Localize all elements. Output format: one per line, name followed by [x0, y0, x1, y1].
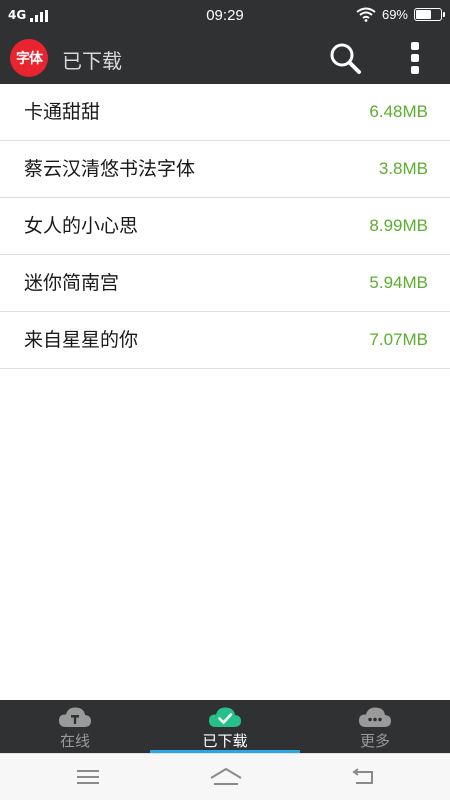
tab-online[interactable]: 在线 — [0, 700, 150, 753]
battery-fill — [416, 10, 431, 19]
font-file-size: 7.07MB — [369, 330, 428, 349]
status-bar: 4G 09:29 69% — [0, 0, 450, 32]
more-button[interactable] — [400, 40, 430, 76]
font-file-size: 5.94MB — [369, 273, 428, 292]
page-title: 已下载 — [62, 49, 122, 73]
tab-label: 在线 — [59, 732, 90, 750]
battery-percent: 69% — [381, 7, 408, 22]
status-right: 69% — [356, 7, 445, 22]
list-item[interactable]: 卡通甜甜 6.48MB — [0, 84, 450, 141]
cloud-more-icon — [359, 707, 391, 727]
font-file-size: 3.8MB — [378, 159, 428, 178]
downloaded-font-list: 卡通甜甜 6.48MB 蔡云汉清悠书法字体 3.8MB 女人的小心思 8.99M… — [0, 84, 450, 369]
tab-label: 已下载 — [202, 732, 248, 750]
more-vertical-icon — [411, 42, 419, 74]
font-name: 来自星星的你 — [24, 329, 139, 351]
back-button[interactable] — [348, 766, 378, 788]
list-item[interactable]: 蔡云汉清悠书法字体 3.8MB — [0, 141, 450, 198]
menu-button[interactable] — [73, 766, 103, 788]
back-icon — [352, 768, 373, 784]
list-item[interactable]: 女人的小心思 8.99MB — [0, 198, 450, 255]
system-nav-bar — [0, 753, 450, 800]
search-button[interactable] — [326, 40, 364, 76]
tab-label: 更多 — [359, 732, 390, 750]
font-name: 女人的小心思 — [24, 215, 139, 237]
cloud-check-icon — [209, 707, 241, 727]
battery-icon — [414, 8, 445, 21]
wifi-icon — [356, 7, 376, 22]
bottom-tab-bar: 在线 已下载 更多 — [0, 700, 450, 753]
app-bar: 字体 已下载 — [0, 32, 450, 84]
font-file-size: 6.48MB — [369, 102, 428, 121]
font-name: 蔡云汉清悠书法字体 — [24, 158, 196, 180]
menu-icon — [77, 770, 99, 784]
home-icon — [210, 768, 242, 785]
home-button[interactable] — [208, 766, 244, 788]
font-file-size: 8.99MB — [369, 216, 428, 235]
list-item[interactable]: 迷你简南宫 5.94MB — [0, 255, 450, 312]
cloud-font-icon — [59, 707, 91, 727]
font-name: 卡通甜甜 — [24, 101, 101, 123]
search-icon — [330, 43, 361, 74]
tab-more[interactable]: 更多 — [300, 700, 450, 753]
list-item[interactable]: 来自星星的你 7.07MB — [0, 312, 450, 369]
app-logo: 字体 — [10, 39, 48, 77]
tab-downloaded[interactable]: 已下载 — [150, 700, 300, 753]
font-name: 迷你简南宫 — [24, 272, 120, 294]
